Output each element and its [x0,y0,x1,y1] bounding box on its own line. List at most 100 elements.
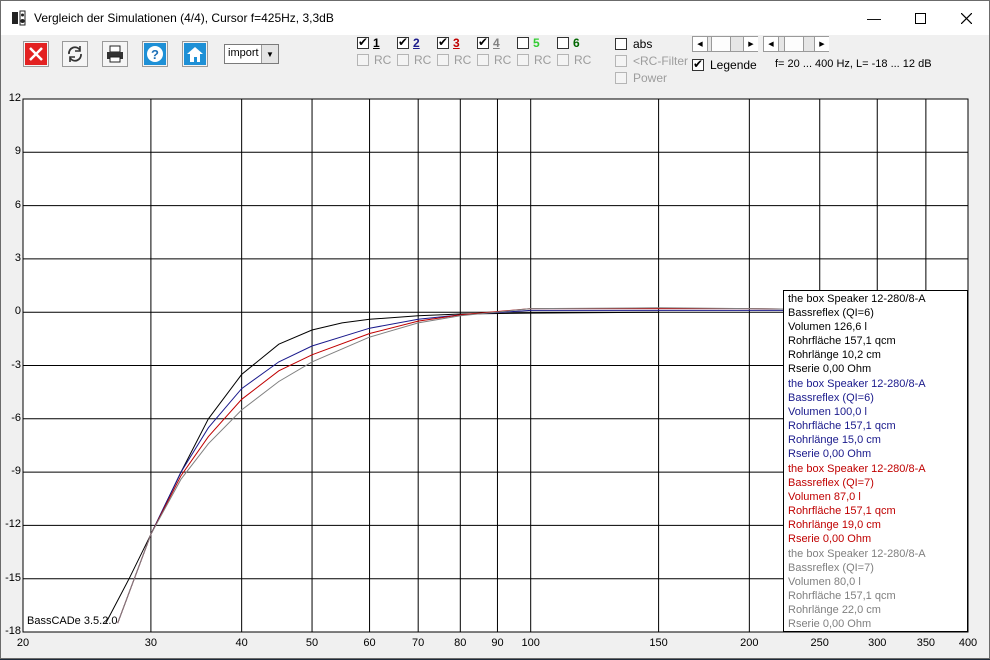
x-tick-label: 20 [16,637,30,649]
import-select[interactable]: import ▼ [224,44,279,64]
legend-line: Rohrfläche 157,1 qcm [788,335,896,347]
series-4-label: 4 [493,36,500,50]
y-tick-label: 9 [14,145,21,158]
x-tick-label: 70 [412,637,425,649]
legend-line: Volumen 87,0 l [788,491,861,503]
x-tick-label: 40 [235,637,248,649]
y-tick-label: -18 [5,625,21,637]
series-5-checkbox[interactable] [517,37,529,49]
series-6-rc-label: RC [574,53,592,67]
series-4-rc-checkbox[interactable] [477,54,489,66]
scroll-right-icon[interactable]: ▶ [814,37,829,51]
power-checkbox[interactable] [615,72,627,84]
home-icon [184,43,206,65]
series-3-checkbox[interactable]: ✔ [437,35,449,49]
y-tick-label: -9 [11,465,21,478]
chart-legend: the box Speaker 12-280/8-A Bassreflex (QI… [783,290,968,632]
maximize-button[interactable] [897,1,943,35]
series-6-rc-checkbox[interactable] [557,54,569,66]
rc-filter-label: <RC-Filter [633,54,689,68]
legend-line: the box Speaker 12-280/8-A [788,463,926,475]
series-1-rc-checkbox[interactable] [357,54,369,66]
legend-line: Rohrlänge 10,2 cm [788,349,881,361]
minimize-icon: — [867,10,881,26]
version-label: BassCADe 3.5.2.0 [27,615,118,627]
red-x-icon [25,43,47,65]
checkmark-icon: ✔ [693,57,704,71]
x-tick-label: 400 [958,637,978,649]
series-3-label: 3 [453,36,460,50]
frequency-scroll-thumb[interactable] [711,37,731,51]
legend-line: the box Speaker 12-280/8-A [788,293,926,305]
series-1-checkbox[interactable]: ✔ [357,35,369,49]
legend-line: Rohrfläche 157,1 qcm [788,590,896,602]
close-window-button[interactable] [943,1,989,35]
range-readout: f= 20 ... 400 Hz, L= -18 ... 12 dB [775,58,932,70]
level-scrollbar[interactable]: ◀ ▶ [763,36,829,52]
series-3-rc-checkbox[interactable] [437,54,449,66]
legend-line: the box Speaker 12-280/8-A [788,378,926,390]
series-6-label: 6 [573,36,580,50]
legend-line: Bassreflex (QI=6) [788,307,874,319]
close-icon [960,12,972,24]
svg-text:?: ? [151,47,159,62]
legend-line: Rohrfläche 157,1 qcm [788,505,896,517]
minimize-button[interactable]: — [851,1,897,35]
series-2-rc-label: RC [414,53,432,67]
y-tick-label: 6 [14,198,21,211]
legend-line: Rserie 0,00 Ohm [788,533,872,545]
scroll-left-icon[interactable]: ◀ [764,37,779,51]
abs-checkbox[interactable] [615,38,627,50]
series-2-rc-checkbox[interactable] [397,54,409,66]
exit-button[interactable] [23,41,49,67]
checkmark-icon: ✔ [358,35,369,49]
import-select-value: import [228,47,259,59]
scroll-right-icon[interactable]: ▶ [743,37,758,51]
series-5-label: 5 [533,36,540,50]
legend-line: Volumen 80,0 l [788,576,861,588]
print-button[interactable] [102,41,128,67]
refresh-icon [68,46,82,62]
help-icon: ? [144,43,166,65]
scroll-left-icon[interactable]: ◀ [693,37,708,51]
legend-line: Bassreflex (QI=7) [788,477,874,489]
legend-line: Rohrlänge 15,0 cm [788,434,881,446]
legend-line: Bassreflex (QI=7) [788,562,874,574]
legend-line: Rserie 0,00 Ohm [788,363,872,375]
series-3-rc-label: RC [454,53,472,67]
y-tick-label: 0 [14,305,21,318]
x-tick-label: 100 [521,637,540,649]
x-tick-label: 50 [305,637,319,649]
legend-line: Rserie 0,00 Ohm [788,448,872,460]
series-4-checkbox[interactable]: ✔ [477,35,489,49]
legend-line: Rohrfläche 157,1 qcm [788,420,896,432]
x-tick-label: 350 [916,637,936,649]
home-button[interactable] [182,41,208,67]
series-1-rc-label: RC [374,53,392,67]
refresh-button[interactable] [62,41,88,67]
x-tick-label: 30 [144,637,158,649]
series-6-checkbox[interactable] [557,37,569,49]
x-tick-label: 300 [868,637,887,649]
checkmark-icon: ✔ [398,35,409,49]
help-button[interactable]: ? [142,41,168,67]
legend-line: the box Speaker 12-280/8-A [788,548,926,560]
legend-line: Rohrlänge 19,0 cm [788,519,881,531]
y-tick-label: -15 [5,571,21,584]
series-2-checkbox[interactable]: ✔ [397,35,409,49]
level-scroll-thumb[interactable] [784,37,804,51]
rc-filter-checkbox[interactable] [615,55,627,67]
legend-checkbox[interactable]: ✔ [692,57,704,71]
x-tick-label: 80 [454,637,467,649]
simulation-compare-window: Vergleich der Simulationen (4/4), Cursor… [0,0,990,659]
frequency-scrollbar[interactable]: ◀ ▶ [692,36,758,52]
x-tick-label: 60 [363,637,376,649]
y-tick-label: -6 [11,411,21,424]
legend-line: Volumen 100,0 l [788,406,867,418]
series-1-label: 1 [373,36,380,50]
series-5-rc-checkbox[interactable] [517,54,529,66]
legend-label: Legende [710,58,757,72]
abs-label: abs [633,37,653,51]
series-2-label: 2 [413,36,420,50]
chevron-down-icon[interactable]: ▼ [261,45,278,63]
